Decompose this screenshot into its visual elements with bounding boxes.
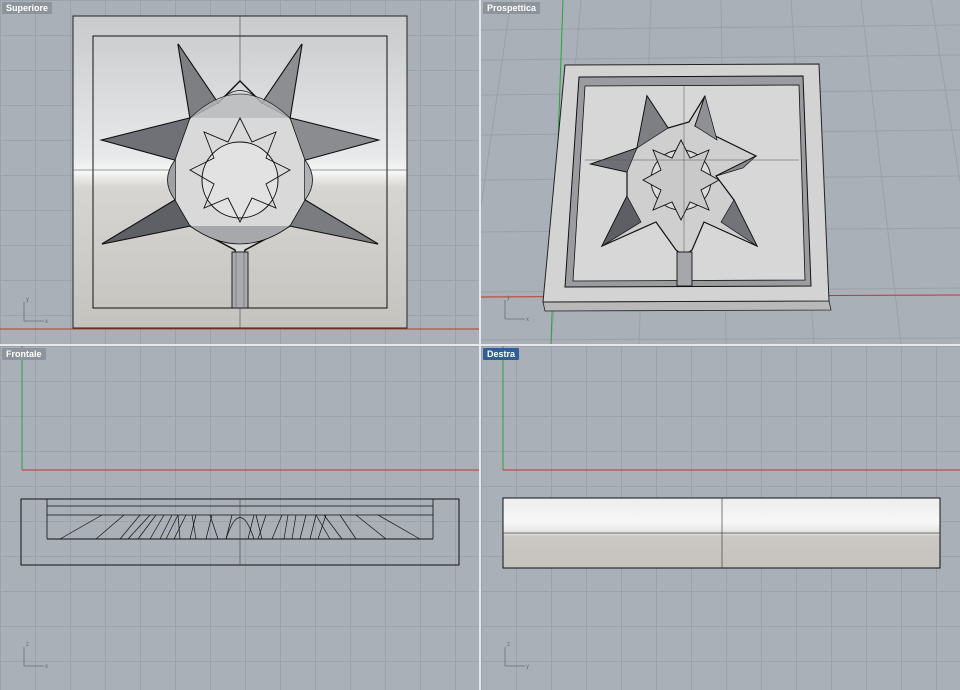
stem-channel[interactable] — [676, 251, 693, 287]
axis-label-y: y — [526, 664, 529, 670]
viewport-title-right[interactable]: Destra — [483, 348, 520, 360]
right-view-canvas: z y — [502, 346, 960, 670]
perspective-view-canvas: y x — [481, 0, 960, 344]
axis-indicator: z y — [504, 642, 529, 670]
viewport-right[interactable]: Destra z y — [481, 346, 960, 690]
axis-label-y: y — [507, 295, 510, 301]
top-view-canvas: y x — [0, 15, 479, 330]
viewport-title-front[interactable]: Frontale — [2, 348, 46, 360]
viewport-top[interactable]: Superiore y x — [0, 0, 479, 344]
axis-indicator: z x — [23, 642, 48, 670]
axis-label-x: x — [526, 317, 529, 323]
part-front-face[interactable] — [542, 300, 832, 312]
axis-label-z: z — [507, 642, 510, 648]
axis-indicator: y x — [504, 295, 529, 323]
front-view-canvas: z x — [20, 346, 479, 670]
viewport-title-top[interactable]: Superiore — [2, 2, 53, 14]
viewport-perspective[interactable]: Prospettica y x — [481, 0, 960, 344]
stem-channel[interactable] — [231, 251, 249, 309]
viewport-front[interactable]: Frontale z x — [0, 346, 479, 690]
viewport-title-perspective[interactable]: Prospettica — [483, 2, 541, 14]
axis-label-y: y — [26, 297, 29, 303]
axis-label-x: x — [45, 319, 48, 325]
axis-label-x: x — [45, 664, 48, 670]
axis-label-z: z — [26, 642, 29, 648]
axis-indicator: y x — [23, 297, 48, 325]
